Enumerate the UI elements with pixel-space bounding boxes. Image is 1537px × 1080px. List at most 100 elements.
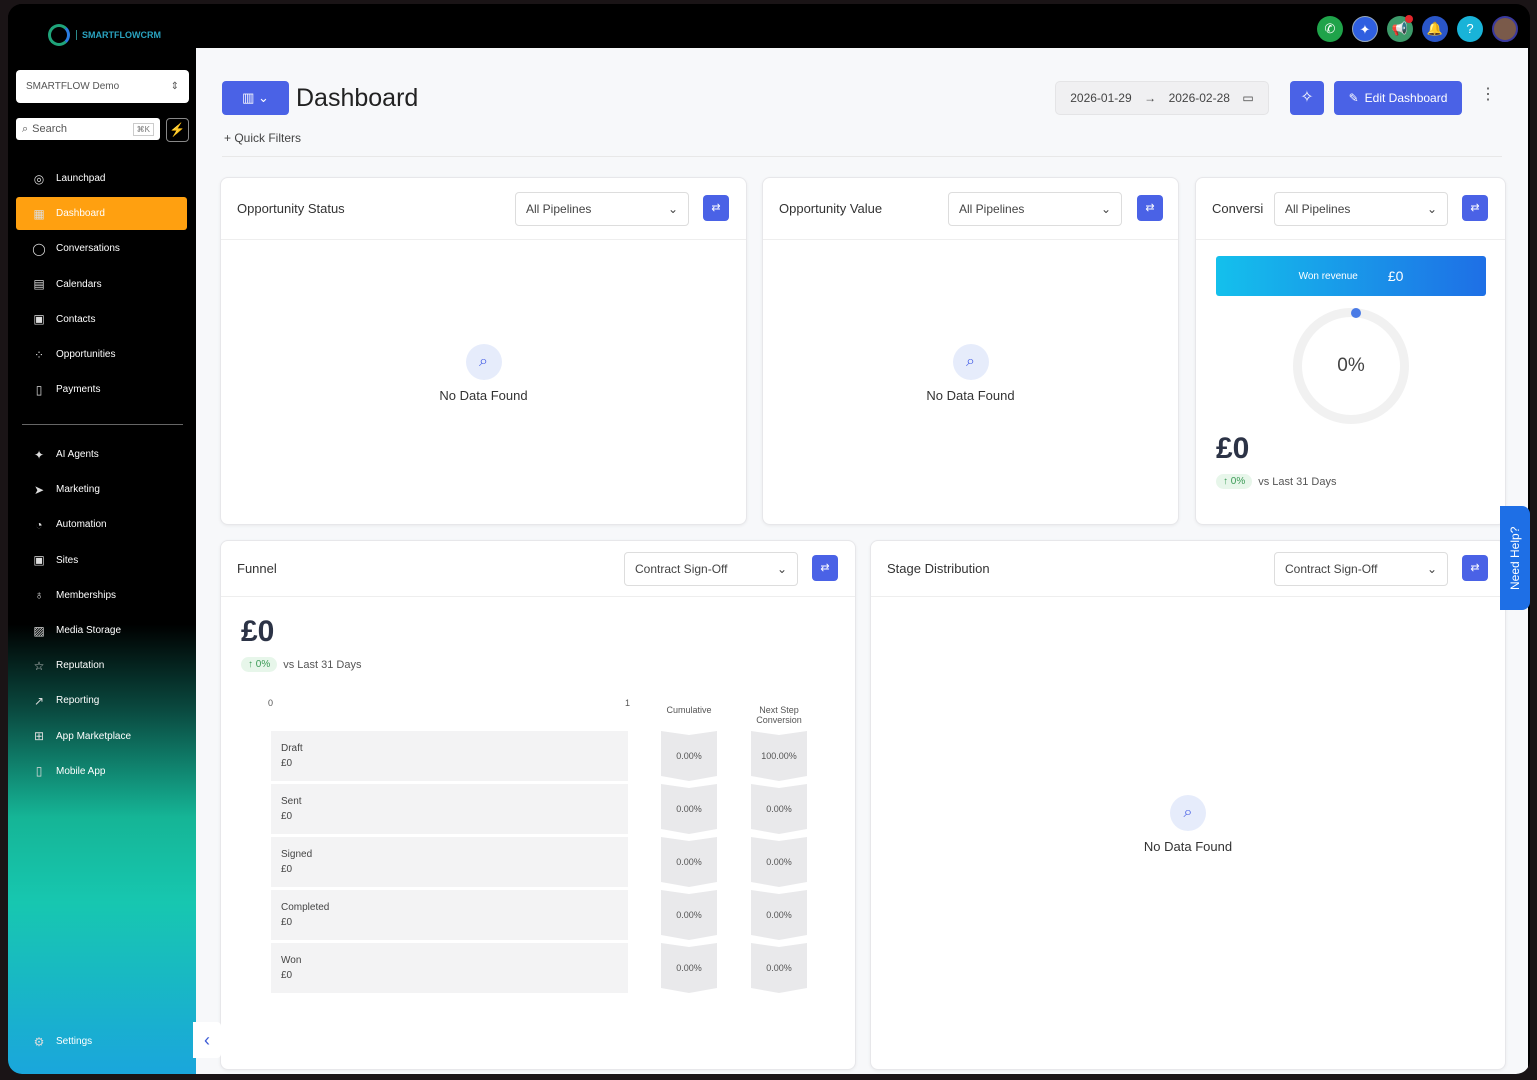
search-shortcut: ⌘K bbox=[132, 122, 154, 136]
chevron-down-icon: ⌄ bbox=[776, 562, 787, 576]
sidebar-item-memberships[interactable]: ♁ Memberships bbox=[16, 579, 187, 612]
sidebar-item-label: Settings bbox=[56, 1036, 93, 1047]
sidebar-item-label: Contacts bbox=[56, 313, 96, 325]
chevron-down-icon: ⌄ bbox=[1100, 202, 1111, 216]
next-step-cell: 0.00% bbox=[751, 784, 807, 834]
select-value: Contract Sign-Off bbox=[1285, 562, 1378, 576]
sidebar-item-launchpad[interactable]: ◎ Launchpad bbox=[16, 162, 187, 195]
next-step-cell: 100.00% bbox=[751, 731, 807, 781]
card-title: Funnel bbox=[237, 561, 277, 576]
megaphone-icon: 📢 bbox=[1391, 21, 1409, 36]
edit-dashboard-button[interactable]: ✎ Edit Dashboard bbox=[1334, 81, 1462, 115]
magic-wand-icon: ✧ bbox=[1300, 89, 1314, 106]
pipeline-select[interactable]: All Pipelines ⌄ bbox=[1274, 192, 1448, 226]
stage-name: Won bbox=[281, 955, 302, 966]
sidebar-item-label: Mobile App bbox=[56, 765, 106, 777]
axis-tick-max: 1 bbox=[625, 698, 631, 708]
mobile-icon: ▯ bbox=[35, 764, 43, 779]
opportunities-icon: ⁘ bbox=[33, 347, 45, 362]
search-input[interactable]: ⌕ Search ⌘K bbox=[16, 118, 160, 140]
chevron-left-icon: ‹ bbox=[204, 1030, 210, 1050]
sidebar-item-label: Payments bbox=[56, 384, 101, 396]
stage-name: Draft bbox=[281, 743, 303, 754]
sidebar-item-reputation[interactable]: ☆ Reputation bbox=[16, 649, 187, 682]
pipeline-select[interactable]: All Pipelines ⌄ bbox=[948, 192, 1122, 226]
sidebar-item-label: Memberships bbox=[56, 589, 117, 601]
change-badge: ↑ 0% bbox=[241, 657, 278, 672]
next-step-cell: 0.00% bbox=[751, 890, 807, 940]
collapse-sidebar-button[interactable]: ‹ bbox=[193, 1022, 221, 1058]
sidebar-item-sites[interactable]: ▣ Sites bbox=[16, 544, 187, 577]
change-value: 0% bbox=[255, 659, 271, 670]
empty-state: ⌕ No Data Found bbox=[221, 344, 746, 403]
filter-button[interactable]: ⇄ bbox=[1462, 555, 1488, 581]
sidebar-item-automation[interactable]: ◔ Automation bbox=[16, 508, 187, 541]
filter-button[interactable]: ⇄ bbox=[703, 195, 729, 221]
sidebar-item-opportunities[interactable]: ⁘ Opportunities bbox=[16, 338, 187, 371]
sidebar-item-ai-agents[interactable]: ✦ AI Agents bbox=[16, 438, 187, 471]
ai-insights-button[interactable]: ✧ bbox=[1290, 81, 1324, 115]
ai-button[interactable]: ✦ bbox=[1352, 16, 1378, 42]
sidebar-item-settings[interactable]: ⚙ Settings bbox=[16, 1025, 187, 1058]
sidebar-item-marketing[interactable]: ➤ Marketing bbox=[16, 473, 187, 506]
pipeline-select[interactable]: All Pipelines ⌄ bbox=[515, 192, 689, 226]
phone-button[interactable]: ✆ bbox=[1317, 16, 1343, 42]
sidebar-item-label: Reputation bbox=[56, 660, 105, 672]
sidebar-item-media-storage[interactable]: ▨ Media Storage bbox=[16, 614, 187, 647]
bolt-icon: ⚡ bbox=[169, 122, 186, 137]
card-header: Funnel Contract Sign-Off ⌄ ⇄ bbox=[221, 541, 855, 597]
date-to: 2026-02-28 bbox=[1168, 91, 1230, 105]
pipeline-select[interactable]: Contract Sign-Off ⌄ bbox=[624, 552, 798, 586]
empty-state: ⌕ No Data Found bbox=[871, 795, 1505, 854]
logo-text: SMARTFLOWCRM bbox=[76, 30, 161, 40]
stage-name: Signed bbox=[281, 849, 313, 860]
gear-icon: ⚙ bbox=[33, 1034, 45, 1049]
notifications-button[interactable]: 🔔 bbox=[1422, 16, 1448, 42]
sidebar-item-reporting[interactable]: ↗ Reporting bbox=[16, 684, 187, 717]
need-help-button[interactable]: Need Help? bbox=[1500, 506, 1530, 610]
quick-action-button[interactable]: ⚡ bbox=[166, 118, 189, 142]
next-step-cell: 0.00% bbox=[751, 837, 807, 887]
sidebar-item-mobile-app[interactable]: ▯ Mobile App bbox=[16, 755, 187, 788]
chevron-updown-icon: ⇕ bbox=[170, 81, 179, 92]
stage-value: £0 bbox=[281, 970, 293, 981]
sidebar-item-app-marketplace[interactable]: ⊞ App Marketplace bbox=[16, 720, 187, 753]
filter-button[interactable]: ⇄ bbox=[1462, 195, 1488, 221]
conversion-gauge: 0% bbox=[1293, 308, 1409, 424]
funnel-stage: Sent £0 bbox=[271, 784, 628, 834]
page-title: Dashboard bbox=[296, 84, 419, 112]
payments-icon: ▯ bbox=[35, 382, 43, 397]
card-title: Opportunity Status bbox=[237, 201, 345, 216]
help-button[interactable]: ? bbox=[1457, 16, 1483, 42]
sidebar-item-label: Reporting bbox=[56, 695, 100, 707]
sidebar-item-conversations[interactable]: ◯ Conversations bbox=[16, 232, 187, 265]
cumulative-cell: 0.00% bbox=[661, 890, 717, 940]
announcements-button[interactable]: 📢 bbox=[1387, 15, 1413, 42]
next-step-header: Next Step Conversion bbox=[756, 705, 802, 725]
filter-button[interactable]: ⇄ bbox=[812, 555, 838, 581]
date-range-picker[interactable]: 2026-01-29 → 2026-02-28 ▭ bbox=[1055, 81, 1269, 115]
sidebar-item-label: Automation bbox=[56, 519, 107, 531]
won-revenue-label: Won revenue bbox=[1298, 270, 1358, 282]
header-divider bbox=[222, 156, 1502, 157]
need-help-label: Need Help? bbox=[1508, 526, 1522, 590]
avatar[interactable] bbox=[1492, 16, 1518, 42]
quick-filters-button[interactable]: + Quick Filters bbox=[224, 131, 301, 145]
more-options-icon[interactable]: ⋮ bbox=[1480, 84, 1496, 104]
sidebar-item-contacts[interactable]: ▣ Contacts bbox=[16, 303, 187, 336]
sidebar-item-payments[interactable]: ▯ Payments bbox=[16, 373, 187, 406]
dashboard-switcher[interactable]: ▥ ⌄ bbox=[222, 81, 289, 115]
sidebar-item-dashboard[interactable]: ▦ Dashboard bbox=[16, 197, 187, 231]
pipeline-select[interactable]: Contract Sign-Off ⌄ bbox=[1274, 552, 1448, 586]
empty-state-text: No Data Found bbox=[1143, 839, 1233, 854]
location-switcher[interactable]: SMARTFLOW Demo ⇕ bbox=[16, 70, 189, 103]
sliders-icon: ⇄ bbox=[1470, 562, 1480, 574]
compare-label: vs Last 31 Days bbox=[283, 658, 362, 671]
funnel-amount: £0 bbox=[241, 615, 275, 648]
select-value: All Pipelines bbox=[526, 202, 592, 216]
cumulative-cell: 0.00% bbox=[661, 837, 717, 887]
filter-button[interactable]: ⇄ bbox=[1137, 195, 1163, 221]
sidebar-item-label: Conversations bbox=[56, 243, 120, 255]
sidebar-item-calendars[interactable]: ▤ Calendars bbox=[16, 268, 187, 301]
membership-icon: ♁ bbox=[34, 588, 44, 603]
